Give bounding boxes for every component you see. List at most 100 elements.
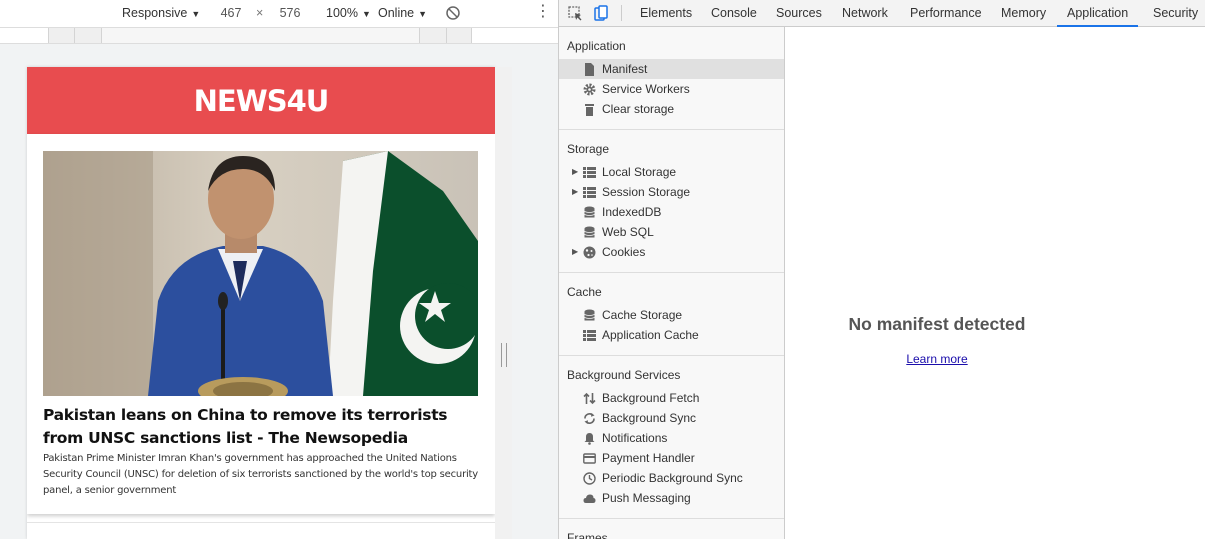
article-description: Pakistan Prime Minister Imran Khan's gov… — [43, 453, 478, 496]
sidebar-item-label: Web SQL — [602, 225, 654, 239]
sidebar-item-label: Payment Handler — [602, 451, 695, 465]
sidebar-item-push-messaging[interactable]: Push Messaging — [559, 488, 784, 508]
sidebar-item-label: Clear storage — [602, 102, 675, 116]
article-card[interactable]: Pakistan leans on China to remove its te… — [27, 134, 495, 514]
sidebar-item-local-storage[interactable]: ▶ Local Storage — [559, 162, 784, 182]
devtools-tab-bar: Elements Console Sources Network Perform… — [559, 0, 1205, 27]
media-query-segment[interactable] — [74, 28, 101, 43]
site-logo[interactable]: NEWS4U — [194, 84, 330, 118]
expand-arrow-icon[interactable]: ▶ — [572, 162, 578, 182]
network-label: Online — [378, 6, 415, 20]
sidebar-item-label: Push Messaging — [602, 491, 691, 505]
sidebar-item-web-sql[interactable]: Web SQL — [559, 222, 784, 242]
cloud-icon — [583, 494, 596, 503]
device-emulation-pane: Responsive ▼ 467 × 576 100% ▼ Online ▼ ⋮ NE… — [0, 0, 558, 539]
width-input[interactable]: 467 — [211, 6, 251, 20]
up-down-arrows-icon — [583, 392, 596, 405]
sidebar-item-label: Local Storage — [602, 165, 677, 179]
sidebar-item-background-sync[interactable]: Background Sync — [559, 408, 784, 428]
media-query-bar[interactable] — [0, 27, 558, 44]
section-cache-title: Cache — [567, 285, 602, 299]
article-image[interactable] — [43, 151, 478, 396]
empty-state-message: No manifest detected — [848, 314, 1026, 334]
sidebar-item-cookies[interactable]: ▶ Cookies — [559, 242, 784, 262]
emulated-viewport: NEWS4U Pakistan leans on China to remove… — [27, 67, 495, 539]
document-icon — [585, 63, 594, 76]
sidebar-item-label: Session Storage — [602, 185, 691, 199]
section-divider — [559, 129, 784, 130]
sidebar-item-label: IndexedDB — [602, 205, 662, 219]
database-icon — [584, 309, 595, 321]
sidebar-item-label: Background Sync — [602, 411, 697, 425]
device-select[interactable]: Responsive ▼ — [122, 6, 200, 20]
section-divider — [559, 272, 784, 273]
bell-icon — [584, 433, 595, 445]
media-query-segment[interactable] — [48, 28, 74, 43]
table-icon — [583, 187, 596, 198]
caret-down-icon: ▼ — [361, 9, 371, 19]
sync-icon — [584, 413, 595, 424]
media-query-segment[interactable] — [101, 28, 419, 43]
zoom-select[interactable]: 100% ▼ — [326, 6, 371, 20]
application-main-panel: No manifest detected Learn more — [786, 27, 1205, 539]
article-title[interactable]: Pakistan leans on China to remove its te… — [43, 404, 483, 450]
learn-more-link[interactable]: Learn more — [666, 352, 1205, 366]
article-photo — [43, 151, 478, 396]
tab-elements[interactable]: Elements — [639, 0, 693, 27]
database-icon — [584, 206, 595, 218]
devtools-panel: Elements Console Sources Network Perform… — [559, 0, 1205, 539]
sidebar-item-service-workers[interactable]: Service Workers — [559, 79, 784, 99]
network-throttle-select[interactable]: Online ▼ — [378, 6, 427, 20]
tab-console[interactable]: Console — [710, 0, 758, 27]
expand-arrow-icon[interactable]: ▶ — [572, 182, 578, 202]
table-icon — [583, 167, 596, 178]
expand-arrow-icon[interactable]: ▶ — [572, 242, 578, 262]
tab-application[interactable]: Application — [1057, 0, 1139, 27]
sidebar-item-label: Notifications — [602, 431, 668, 445]
more-options-icon[interactable]: ⋮ — [535, 4, 551, 22]
section-frames-title: Frames — [567, 531, 608, 539]
zoom-label: 100% — [326, 6, 358, 20]
device-toolbar: Responsive ▼ 467 × 576 100% ▼ Online ▼ ⋮ — [0, 0, 558, 27]
height-input[interactable]: 576 — [270, 6, 310, 20]
gear-icon — [583, 83, 596, 96]
caret-down-icon: ▼ — [191, 9, 201, 19]
application-sidebar: Application Manifest Service Workers Cle… — [559, 27, 785, 539]
dimension-separator: × — [256, 6, 264, 20]
sidebar-item-payment-handler[interactable]: Payment Handler — [559, 448, 784, 468]
toolbar-divider — [621, 5, 622, 21]
tab-performance[interactable]: Performance — [909, 0, 983, 27]
tab-network[interactable]: Network — [841, 0, 889, 27]
rotate-icon[interactable] — [445, 5, 461, 21]
media-query-segment[interactable] — [419, 28, 446, 43]
tab-sources[interactable]: Sources — [775, 0, 823, 27]
sidebar-item-label: Manifest — [602, 62, 648, 76]
inspect-element-icon[interactable] — [568, 6, 583, 21]
media-query-segment[interactable] — [446, 28, 472, 43]
sidebar-item-manifest[interactable]: Manifest — [559, 59, 784, 79]
table-icon — [583, 330, 596, 341]
tab-memory[interactable]: Memory — [1000, 0, 1047, 27]
sidebar-item-background-fetch[interactable]: Background Fetch — [559, 388, 784, 408]
site-header: NEWS4U — [27, 67, 495, 134]
sidebar-item-clear-storage[interactable]: Clear storage — [559, 99, 784, 119]
clock-icon — [583, 472, 596, 485]
sidebar-item-session-storage[interactable]: ▶ Session Storage — [559, 182, 784, 202]
database-icon — [584, 226, 595, 238]
cookie-icon — [583, 246, 596, 259]
next-article-card[interactable] — [27, 522, 495, 539]
section-background-services-title: Background Services — [567, 368, 681, 382]
sidebar-item-periodic-background-sync[interactable]: Periodic Background Sync — [559, 468, 784, 488]
section-storage-title: Storage — [567, 142, 610, 156]
tab-security[interactable]: Security — [1152, 0, 1199, 27]
section-application-title: Application — [567, 39, 626, 53]
sidebar-item-notifications[interactable]: Notifications — [559, 428, 784, 448]
sidebar-item-indexeddb[interactable]: IndexedDB — [559, 202, 784, 222]
credit-card-icon — [583, 453, 596, 464]
caret-down-icon: ▼ — [418, 9, 428, 19]
sidebar-item-label: Background Fetch — [602, 391, 700, 405]
device-toolbar-icon[interactable] — [594, 5, 608, 21]
device-select-label: Responsive — [122, 6, 188, 20]
section-divider — [559, 518, 784, 519]
viewport-resize-handle[interactable] — [501, 343, 507, 367]
